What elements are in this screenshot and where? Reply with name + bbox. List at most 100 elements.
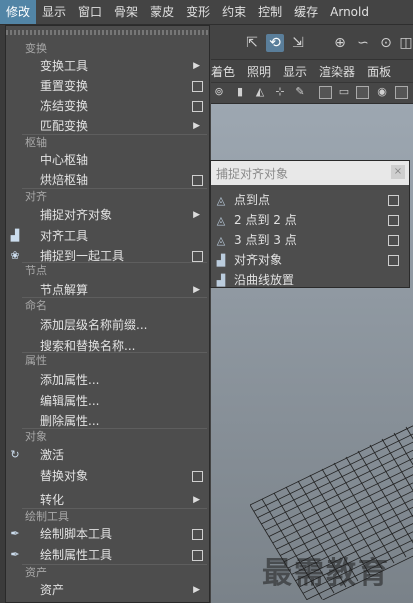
two-points-icon: ◬ [216, 214, 226, 227]
menu-skin[interactable]: 蒙皮 [144, 0, 180, 24]
menu-section-header: 枢轴 [25, 136, 47, 149]
panel-menu-show[interactable]: 显示 [277, 63, 313, 80]
camera-icon[interactable]: ⊚ [212, 85, 226, 99]
option-box[interactable] [192, 81, 203, 92]
option-box[interactable] [388, 255, 399, 266]
menu-separator [22, 188, 207, 189]
menu-control[interactable]: 控制 [252, 0, 288, 24]
menu-item[interactable]: 对齐工具 [40, 226, 208, 246]
film-gate-icon[interactable]: ▭ [337, 85, 351, 99]
option-box[interactable] [388, 195, 399, 206]
three-points-icon: ◬ [216, 234, 226, 247]
menu-item-label: 烘焙枢轴 [40, 173, 89, 187]
menu-section-header: 变换 [25, 42, 47, 55]
menu-separator [22, 564, 207, 565]
submenu-item-3-points[interactable]: 3 点到 3 点 [234, 230, 404, 250]
submenu-item-place-on-curve[interactable]: 沿曲线放置 [234, 270, 404, 290]
safe-area-icon[interactable] [395, 86, 408, 99]
option-box[interactable] [192, 529, 203, 540]
panel-menu-lighting[interactable]: 照明 [241, 63, 277, 80]
submenu-item-label: 沿曲线放置 [234, 273, 295, 287]
menu-item[interactable]: 添加层级名称前缀... [40, 315, 208, 335]
menu-item[interactable]: 绘制属性工具 [40, 545, 208, 565]
option-box[interactable] [388, 215, 399, 226]
submenu-title: 捕捉对齐对象 [216, 167, 289, 181]
submenu-arrow-icon: ▶ [193, 61, 200, 71]
point-to-point-icon: ◬ [216, 194, 226, 207]
option-box[interactable] [192, 550, 203, 561]
menu-item[interactable]: 转化 ▶ [40, 490, 208, 510]
paint-select-icon[interactable]: ⇲ [289, 34, 307, 52]
menu-item[interactable]: 绘制脚本工具 [40, 524, 208, 544]
menu-item-label: 捕捉到一起工具 [40, 249, 125, 263]
menu-item-label: 变换工具 [40, 59, 89, 73]
panel-menubar: 着色 照明 显示 渲染器 面板 [211, 60, 413, 83]
snap-view-icon[interactable]: ◫ [397, 34, 413, 52]
option-box[interactable] [192, 101, 203, 112]
submenu-item-label: 2 点到 2 点 [234, 213, 297, 227]
menu-deform[interactable]: 变形 [180, 0, 216, 24]
menu-item[interactable]: 捕捉对齐对象 ▶ [40, 205, 208, 225]
snap-grid-icon[interactable]: ⊕ [331, 34, 349, 52]
menu-item-label: 中心枢轴 [40, 153, 89, 167]
gate-mask-icon[interactable]: ◉ [375, 85, 389, 99]
panel-menu-panels[interactable]: 面板 [361, 63, 397, 80]
menu-display[interactable]: 显示 [36, 0, 72, 24]
align-objects-icon: ▟ [216, 254, 226, 267]
menu-item[interactable]: 匹配变换 ▶ [40, 116, 208, 136]
menu-item[interactable]: 编辑属性... [40, 391, 208, 411]
tear-off-bar[interactable] [6, 30, 209, 35]
option-box[interactable] [192, 471, 203, 482]
menu-item[interactable]: 冻结变换 [40, 96, 208, 116]
bookmark-icon[interactable]: ▮ [233, 85, 247, 99]
menu-section-header: 对齐 [25, 190, 47, 203]
menu-item[interactable]: 搜索和替换名称... [40, 336, 208, 356]
camera-attr-icon[interactable]: ⊹ [273, 85, 287, 99]
close-icon[interactable]: × [391, 165, 405, 179]
menu-item[interactable]: 捕捉到一起工具 [40, 246, 208, 266]
paint-attribute-icon: ✒ [10, 548, 20, 561]
menu-item[interactable]: 变换工具 ▶ [40, 56, 208, 76]
menu-arnold[interactable]: Arnold [324, 0, 375, 24]
menu-item[interactable]: 烘焙枢轴 [40, 170, 208, 190]
menu-item-label: 重置变换 [40, 79, 89, 93]
menu-separator [22, 297, 207, 298]
resolution-gate-icon[interactable] [356, 86, 369, 99]
submenu-item-point-to-point[interactable]: 点到点 [234, 190, 404, 210]
panel-toolbar: ⊚ ▮ ◭ ⊹ ✎ ▭ ◉ [211, 83, 413, 104]
option-box[interactable] [192, 251, 203, 262]
pen-icon[interactable]: ✎ [293, 85, 307, 99]
submenu-header[interactable]: 捕捉对齐对象 × [211, 161, 409, 185]
menu-item[interactable]: 添加属性... [40, 370, 208, 390]
grid-toggle-icon[interactable] [319, 86, 332, 99]
menu-item[interactable]: 中心枢轴 [40, 150, 208, 170]
submenu-item-2-points[interactable]: 2 点到 2 点 [234, 210, 404, 230]
menu-item-label: 绘制属性工具 [40, 548, 113, 562]
menu-window[interactable]: 窗口 [72, 0, 108, 24]
snap-point-icon[interactable]: ⊙ [377, 34, 395, 52]
submenu-item-align-objects[interactable]: 对齐对象 [234, 250, 404, 270]
align-tool-icon: ▟ [10, 229, 20, 242]
menu-item[interactable]: 重置变换 [40, 76, 208, 96]
panel-menu-renderer[interactable]: 渲染器 [313, 63, 361, 80]
option-box[interactable] [388, 235, 399, 246]
menu-item-label: 捕捉对齐对象 [40, 208, 113, 222]
menu-section-header: 资产 [25, 566, 47, 579]
menu-constrain[interactable]: 约束 [216, 0, 252, 24]
panel-menu-shading[interactable]: 着色 [211, 63, 241, 80]
lasso-tool-icon[interactable]: ⟲ [266, 34, 284, 52]
menu-item[interactable]: 激活 [40, 445, 208, 465]
place-on-curve-icon: ▟ [216, 274, 226, 287]
option-box[interactable] [192, 175, 203, 186]
menu-modify[interactable]: 修改 [0, 0, 37, 24]
image-plane-icon[interactable]: ◭ [253, 85, 267, 99]
menu-item[interactable]: 替换对象 [40, 466, 208, 486]
menu-item-label: 转化 [40, 493, 65, 507]
menu-item[interactable]: 资产 ▶ [40, 580, 208, 600]
menu-section-header: 节点 [25, 264, 47, 277]
menu-section-header: 对象 [25, 430, 47, 443]
menu-cache[interactable]: 缓存 [288, 0, 324, 24]
snap-curve-icon[interactable]: ∽ [354, 34, 372, 52]
select-tool-icon[interactable]: ⇱ [243, 34, 261, 52]
menu-skeleton[interactable]: 骨架 [108, 0, 144, 24]
